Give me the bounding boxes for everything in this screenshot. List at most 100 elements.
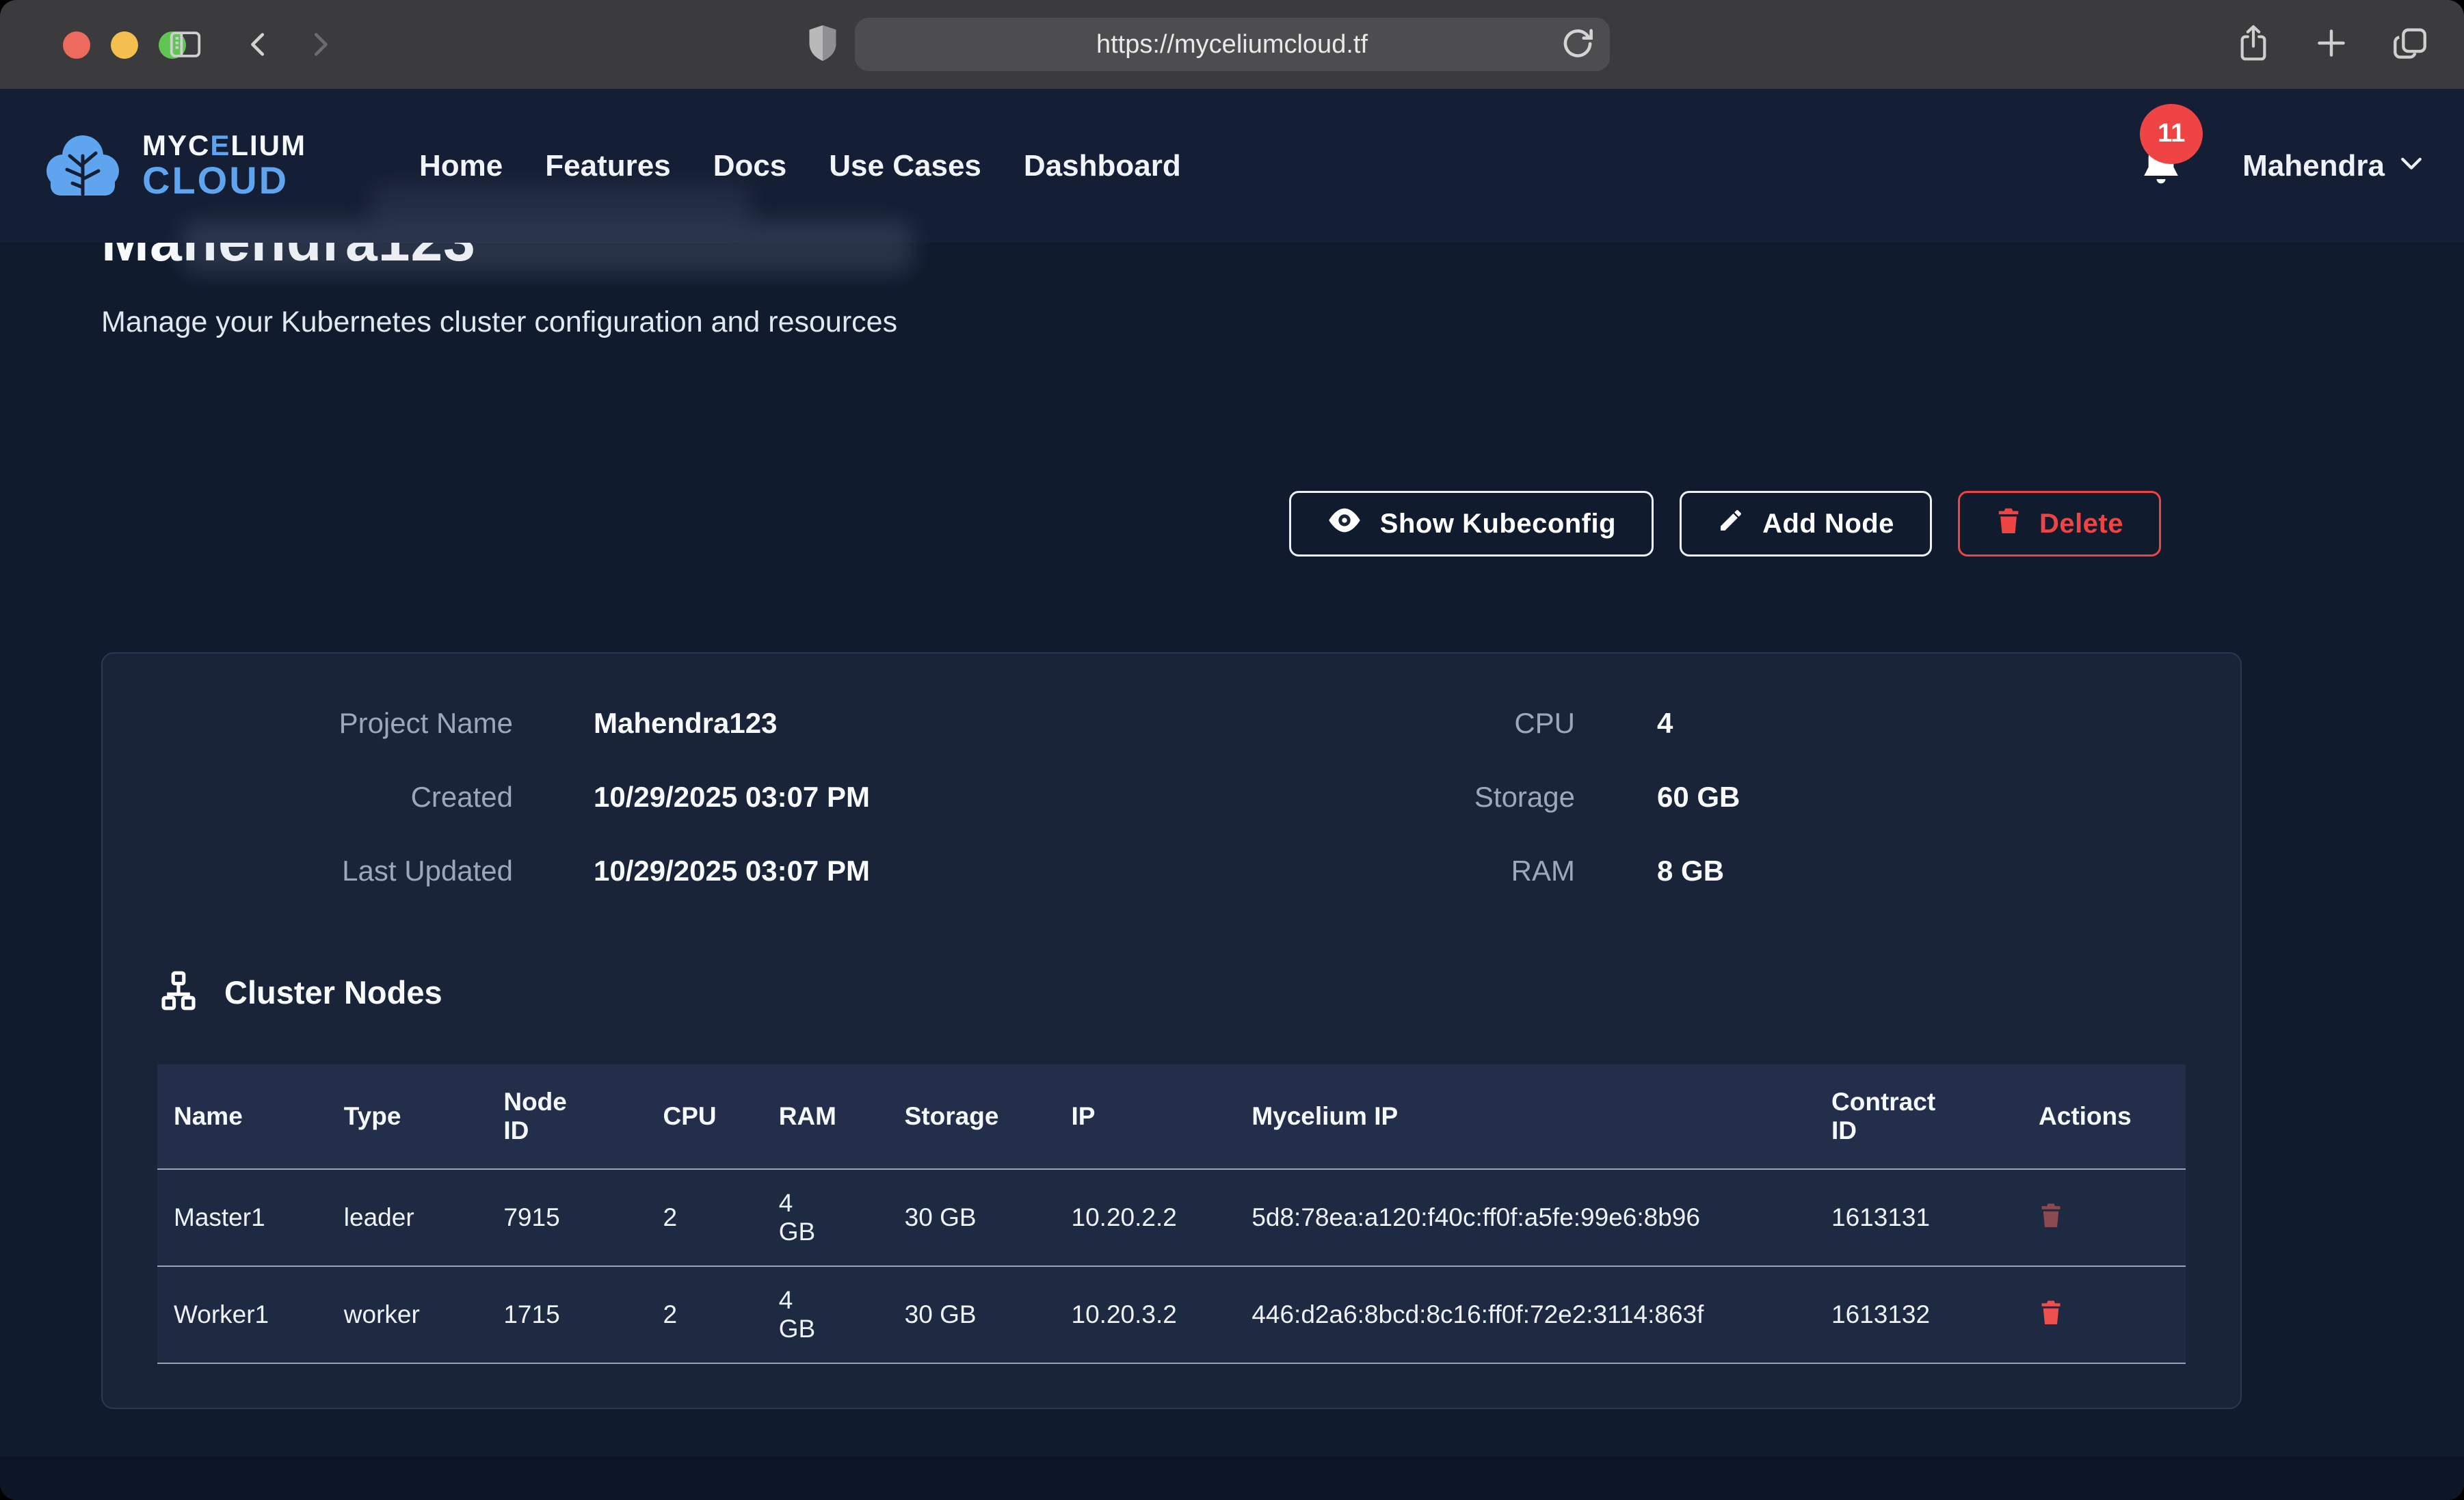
- node-cpu: 2: [647, 1169, 763, 1266]
- nav-item-use-cases[interactable]: Use Cases: [829, 149, 981, 183]
- col-ram: RAM: [763, 1064, 888, 1169]
- ram-value: 8 GB: [1657, 855, 2186, 887]
- project-name-label: Project Name: [157, 707, 513, 740]
- pencil-icon: [1717, 507, 1745, 541]
- node-type: leader: [328, 1169, 488, 1266]
- node-mycelium-ip: 5d8:78ea:a120:f40c:ff0f:a5fe:99e6:8b96: [1235, 1169, 1815, 1266]
- cluster-nodes-heading: Cluster Nodes: [157, 969, 2186, 1015]
- table-header-row: Name Type Node ID CPU RAM Storage IP Myc…: [157, 1064, 2186, 1169]
- browser-chrome: https://myceliumcloud.tf: [0, 0, 2464, 89]
- cluster-details-panel: Project Name Mahendra123 Created 10/29/2…: [101, 652, 2242, 1409]
- table-row: Worker1 worker 1715 2 4 GB 30 GB 10.20.3…: [157, 1266, 2186, 1363]
- node-id: 7915: [487, 1169, 646, 1266]
- node-mycelium-ip: 446:d2a6:8bcd:8c16:ff0f:72e2:3114:863f: [1235, 1266, 1815, 1363]
- cpu-label: CPU: [1171, 707, 1575, 740]
- cpu-value: 4: [1657, 707, 2186, 740]
- sidebar-toggle-icon[interactable]: [164, 23, 207, 66]
- node-actions: [2022, 1266, 2186, 1363]
- address-bar[interactable]: https://myceliumcloud.tf: [855, 18, 1610, 71]
- brand-text: MYCELIUM CLOUD: [142, 131, 306, 201]
- node-name: Worker1: [157, 1266, 328, 1363]
- created-value: 10/29/2025 03:07 PM: [594, 781, 1171, 814]
- cluster-actions: Show Kubeconfig Add Node Delete: [101, 491, 2161, 557]
- col-name: Name: [157, 1064, 328, 1169]
- show-kubeconfig-button[interactable]: Show Kubeconfig: [1289, 491, 1654, 557]
- col-node-id: Node ID: [487, 1064, 646, 1169]
- storage-label: Storage: [1171, 781, 1575, 814]
- close-window-button[interactable]: [63, 31, 90, 59]
- col-type: Type: [328, 1064, 488, 1169]
- node-ram: 4 GB: [763, 1266, 888, 1363]
- url-text: https://myceliumcloud.tf: [1096, 30, 1368, 59]
- brand-line1: MYCELIUM: [142, 131, 306, 161]
- chevron-down-icon: [2400, 156, 2423, 176]
- delete-label: Delete: [2039, 509, 2123, 539]
- footer-strip: [0, 1456, 2464, 1500]
- col-actions: Actions: [2022, 1064, 2186, 1169]
- last-updated-value: 10/29/2025 03:07 PM: [594, 855, 1171, 887]
- blur-smudge-secondary: [369, 185, 752, 224]
- col-mycelium-ip: Mycelium IP: [1235, 1064, 1815, 1169]
- col-ip: IP: [1055, 1064, 1236, 1169]
- last-updated-label: Last Updated: [157, 855, 513, 887]
- new-tab-icon[interactable]: [2312, 24, 2350, 66]
- mycelium-cloud-logo-icon: [41, 129, 124, 203]
- project-info-left: Project Name Mahendra123 Created 10/29/2…: [157, 707, 1171, 887]
- browser-window: https://myceliumcloud.tf: [0, 0, 2464, 1500]
- forward-icon[interactable]: [298, 23, 341, 66]
- bell-icon: [2137, 184, 2185, 196]
- table-row: Master1 leader 7915 2 4 GB 30 GB 10.20.2…: [157, 1169, 2186, 1266]
- created-label: Created: [157, 781, 513, 814]
- notification-badge: 11: [2140, 104, 2203, 164]
- nav-item-features[interactable]: Features: [545, 149, 670, 183]
- project-name-value: Mahendra123: [594, 707, 1171, 740]
- add-node-button[interactable]: Add Node: [1680, 491, 1932, 557]
- share-icon[interactable]: [2234, 22, 2273, 68]
- node-ip: 10.20.3.2: [1055, 1266, 1236, 1363]
- nav-item-docs[interactable]: Docs: [713, 149, 787, 183]
- network-nodes-icon: [157, 969, 200, 1015]
- col-cpu: CPU: [647, 1064, 763, 1169]
- node-contract-id: 1613131: [1815, 1169, 2022, 1266]
- cluster-nodes-table: Name Type Node ID CPU RAM Storage IP Myc…: [157, 1064, 2186, 1364]
- ram-label: RAM: [1171, 855, 1575, 887]
- notifications-button[interactable]: 11: [2137, 139, 2185, 193]
- reload-icon[interactable]: [1556, 23, 1599, 68]
- brand[interactable]: MYCELIUM CLOUD: [41, 129, 306, 203]
- user-menu[interactable]: Mahendra: [2242, 149, 2423, 183]
- page-subtitle: Manage your Kubernetes cluster configura…: [101, 306, 2242, 339]
- user-name: Mahendra: [2242, 149, 2385, 183]
- node-actions: [2022, 1169, 2186, 1266]
- privacy-shield-icon[interactable]: [805, 23, 840, 66]
- node-storage: 30 GB: [888, 1266, 1055, 1363]
- main-content: Mahendra123 Manage your Kubernetes clust…: [0, 209, 2464, 1409]
- project-info-right: CPU 4 Storage 60 GB RAM 8 GB: [1171, 707, 2186, 887]
- project-info: Project Name Mahendra123 Created 10/29/2…: [157, 707, 2186, 887]
- delete-node-button[interactable]: [2039, 1298, 2063, 1328]
- add-node-label: Add Node: [1762, 509, 1894, 539]
- node-ip: 10.20.2.2: [1055, 1169, 1236, 1266]
- delete-cluster-button[interactable]: Delete: [1958, 491, 2161, 557]
- delete-node-button-disabled[interactable]: [2039, 1201, 2063, 1231]
- tab-overview-icon[interactable]: [2390, 23, 2430, 66]
- chrome-right-buttons: [2234, 22, 2430, 68]
- header-right: 11 Mahendra: [2137, 139, 2423, 193]
- cluster-nodes-title: Cluster Nodes: [224, 974, 442, 1011]
- storage-value: 60 GB: [1657, 781, 2186, 814]
- node-name: Master1: [157, 1169, 328, 1266]
- nav-item-dashboard[interactable]: Dashboard: [1024, 149, 1181, 183]
- brand-line2: CLOUD: [142, 161, 306, 201]
- app-viewport: MYCELIUM CLOUD Home Features Docs Use Ca…: [0, 89, 2464, 1500]
- col-contract-id: Contract ID: [1815, 1064, 2022, 1169]
- eye-icon: [1327, 507, 1362, 541]
- node-ram: 4 GB: [763, 1169, 888, 1266]
- nav-item-home[interactable]: Home: [419, 149, 503, 183]
- node-id: 1715: [487, 1266, 646, 1363]
- minimize-window-button[interactable]: [111, 31, 138, 59]
- node-cpu: 2: [647, 1266, 763, 1363]
- trash-icon: [1996, 506, 2022, 541]
- back-icon[interactable]: [238, 23, 280, 66]
- col-storage: Storage: [888, 1064, 1055, 1169]
- node-contract-id: 1613132: [1815, 1266, 2022, 1363]
- show-kubeconfig-label: Show Kubeconfig: [1380, 509, 1616, 539]
